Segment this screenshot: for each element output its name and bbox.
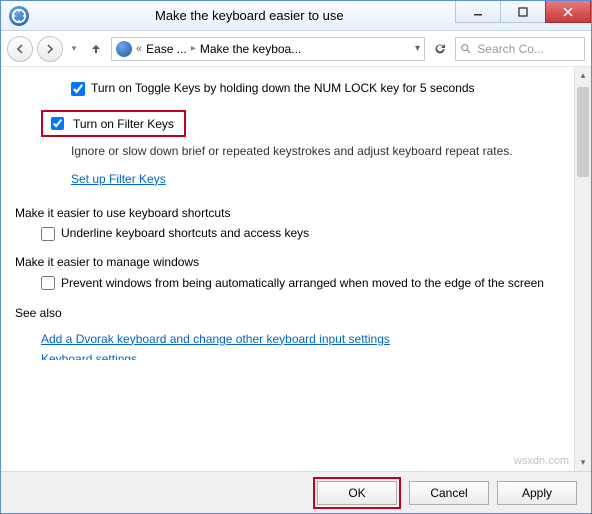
underline-shortcuts-row: Underline keyboard shortcuts and access … [41,226,562,241]
scroll-down-arrow-icon[interactable]: ▾ [575,454,591,471]
up-button[interactable] [85,38,107,60]
toggle-keys-label: Turn on Toggle Keys by holding down the … [91,81,475,95]
chevron-left-double-icon: « [136,43,142,55]
search-input[interactable] [475,41,580,57]
filter-keys-highlight: Turn on Filter Keys [41,110,186,137]
vertical-scrollbar[interactable]: ▴ ▾ [574,67,591,471]
prevent-arrange-row: Prevent windows from being automatically… [41,275,562,292]
refresh-button[interactable] [429,38,451,60]
ok-button-highlight: OK [313,477,401,509]
filter-keys-checkbox[interactable] [51,117,64,130]
maximize-button[interactable] [500,1,546,23]
search-icon [460,42,471,55]
setup-filter-keys-link[interactable]: Set up Filter Keys [71,172,166,186]
search-box[interactable] [455,37,585,61]
chevron-down-icon[interactable]: ▾ [415,43,420,54]
breadcrumb-item[interactable]: Ease ... [146,42,187,56]
chevron-right-icon: ▸ [191,43,196,54]
filter-keys-label: Turn on Filter Keys [73,117,174,131]
filter-keys-description: Ignore or slow down brief or repeated ke… [71,143,562,160]
underline-shortcuts-checkbox[interactable] [41,227,55,241]
see-also-header: See also [15,306,562,320]
windows-section-header: Make it easier to manage windows [15,255,562,269]
history-dropdown-icon[interactable]: ▾ [67,36,81,62]
ok-button[interactable]: OK [317,481,397,505]
minimize-button[interactable] [455,1,501,23]
dialog-button-bar: OK Cancel Apply [1,471,591,513]
breadcrumb-item[interactable]: Make the keyboa... [200,42,301,56]
location-icon [116,41,132,57]
scroll-up-arrow-icon[interactable]: ▴ [575,67,591,84]
underline-shortcuts-label: Underline keyboard shortcuts and access … [61,226,309,240]
app-icon [9,6,29,26]
toggle-keys-checkbox[interactable] [71,82,85,96]
window-controls [456,1,591,23]
cancel-button[interactable]: Cancel [409,481,489,505]
navigation-bar: ▾ « Ease ... ▸ Make the keyboa... ▾ [1,31,591,67]
toggle-keys-checkbox-row: Turn on Toggle Keys by holding down the … [71,81,562,96]
window-title: Make the keyboard easier to use [155,8,344,23]
shortcuts-section-header: Make it easier to use keyboard shortcuts [15,206,562,220]
dvorak-keyboard-link[interactable]: Add a Dvorak keyboard and change other k… [41,332,390,346]
forward-button[interactable] [37,36,63,62]
prevent-arrange-label: Prevent windows from being automatically… [61,275,544,292]
content-area: Turn on Toggle Keys by holding down the … [1,67,574,471]
scrollbar-thumb[interactable] [577,87,589,177]
address-bar[interactable]: « Ease ... ▸ Make the keyboa... ▾ [111,37,425,61]
prevent-arrange-checkbox[interactable] [41,276,55,290]
close-button[interactable] [545,1,591,23]
apply-button[interactable]: Apply [497,481,577,505]
truncated-link[interactable]: Keyboard settings [41,352,241,360]
back-button[interactable] [7,36,33,62]
title-bar: Make the keyboard easier to use [1,1,591,31]
filter-keys-row: Turn on Filter Keys [41,110,562,137]
